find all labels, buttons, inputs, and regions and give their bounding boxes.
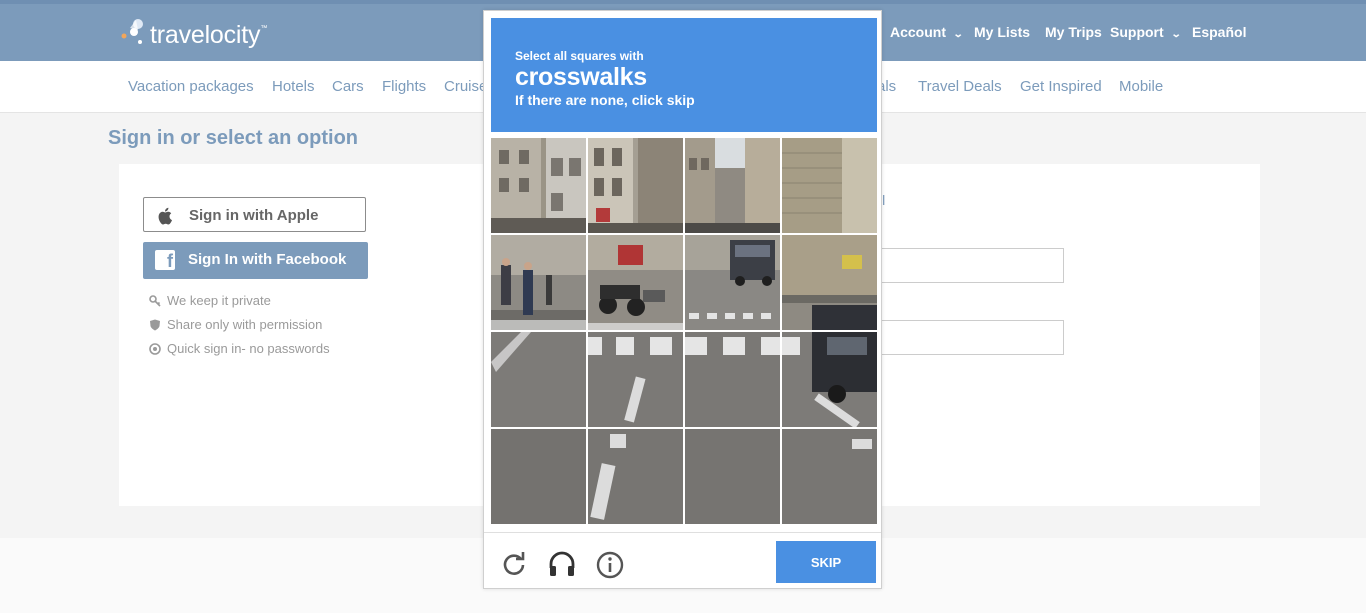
perk-quick-sign-in: Quick sign in- no passwords	[149, 341, 330, 356]
perk-text: Share only with permission	[167, 317, 323, 332]
captcha-image-grid	[491, 138, 877, 524]
captcha-instruction: Select all squares with	[515, 49, 644, 63]
captcha-tile[interactable]	[782, 235, 877, 330]
target-icon	[149, 342, 161, 355]
captcha-tile[interactable]	[685, 429, 780, 524]
facebook-button-label: Sign In with Facebook	[188, 251, 347, 268]
captcha-tile[interactable]	[782, 138, 877, 233]
captcha-tile[interactable]	[782, 429, 877, 524]
facebook-icon: f	[155, 250, 175, 271]
captcha-footer-divider	[484, 532, 881, 533]
refresh-icon[interactable]	[501, 551, 527, 577]
info-icon[interactable]	[596, 551, 624, 579]
subnav-get-inspired[interactable]: Get Inspired	[1020, 78, 1102, 95]
captcha-skip-note: If there are none, click skip	[515, 92, 695, 108]
headphones-icon[interactable]	[548, 551, 575, 577]
captcha-tile[interactable]	[491, 235, 586, 330]
key-icon	[149, 294, 161, 307]
perk-text: We keep it private	[167, 293, 271, 308]
captcha-tile[interactable]	[588, 429, 683, 524]
nav-language[interactable]: Español	[1192, 24, 1246, 40]
perk-text: Quick sign in- no passwords	[167, 341, 330, 356]
captcha-tile[interactable]	[685, 138, 780, 233]
captcha-tile[interactable]	[588, 138, 683, 233]
skip-button[interactable]: SKIP	[776, 541, 876, 583]
subnav-mobile[interactable]: Mobile	[1119, 78, 1163, 95]
subnav-flights[interactable]: Flights	[382, 78, 426, 95]
captcha-tile[interactable]	[491, 332, 586, 427]
chevron-down-icon: ⌄	[952, 29, 964, 40]
captcha-target-word: crosswalks	[515, 63, 647, 91]
chevron-down-icon: ⌄	[1170, 29, 1182, 40]
nav-my-trips[interactable]: My Trips	[1045, 24, 1102, 40]
password-field[interactable]	[878, 320, 1064, 355]
captcha-tile[interactable]	[588, 332, 683, 427]
captcha-challenge: Select all squares with crosswalks If th…	[483, 10, 882, 589]
perk-private: We keep it private	[149, 293, 271, 308]
captcha-tile[interactable]	[782, 332, 877, 427]
subnav-cruises[interactable]: Cruise	[444, 78, 487, 95]
shield-icon	[149, 319, 161, 331]
captcha-tile[interactable]	[685, 332, 780, 427]
apple-icon	[157, 206, 175, 231]
subnav-travel-deals[interactable]: Travel Deals	[918, 78, 1002, 95]
sign-in-apple-button[interactable]: Sign in with Apple	[143, 197, 366, 232]
nav-my-lists[interactable]: My Lists	[974, 24, 1030, 40]
captcha-tile[interactable]	[491, 138, 586, 233]
captcha-tile[interactable]	[685, 235, 780, 330]
apple-button-label: Sign in with Apple	[189, 207, 319, 224]
captcha-tile[interactable]	[491, 429, 586, 524]
subnav-cars[interactable]: Cars	[332, 78, 364, 95]
email-field[interactable]	[878, 248, 1064, 283]
sign-in-facebook-button[interactable]: f Sign In with Facebook	[143, 242, 368, 279]
nav-support[interactable]: Support ⌄	[1110, 24, 1182, 40]
nav-account[interactable]: Account ⌄	[890, 24, 964, 40]
page-title: Sign in or select an option	[108, 127, 359, 149]
perk-permission: Share only with permission	[149, 317, 322, 332]
subnav-vacation-packages[interactable]: Vacation packages	[128, 78, 254, 95]
subnav-hotels[interactable]: Hotels	[272, 78, 315, 95]
captcha-tile[interactable]	[588, 235, 683, 330]
